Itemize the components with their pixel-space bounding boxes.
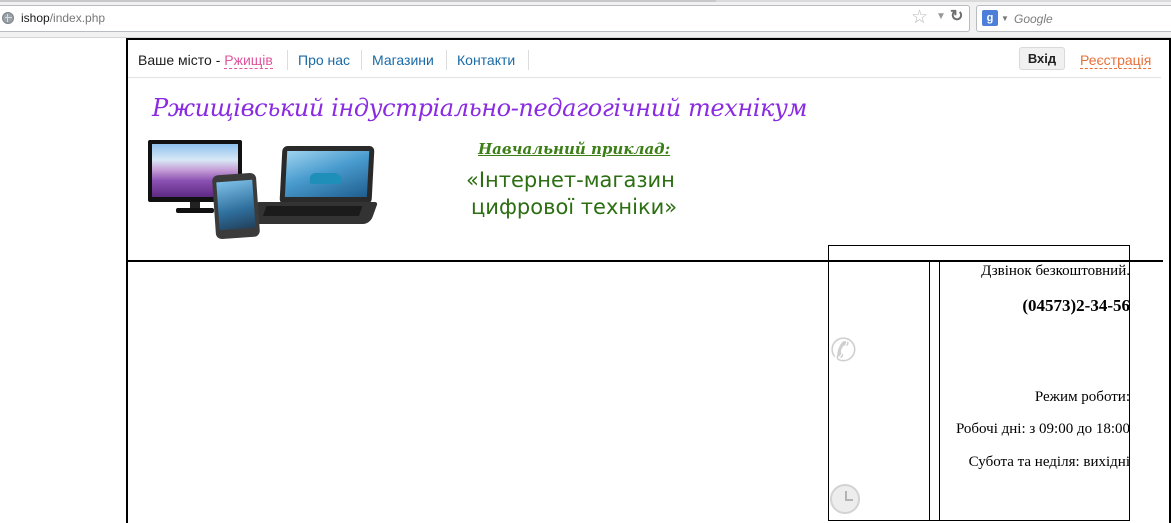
weekend-hours: Субота та неділя: вихідні [968, 454, 1130, 470]
nav-link-contacts[interactable]: Контакти [457, 52, 515, 68]
working-hours-title: Режим роботи: [1034, 389, 1130, 405]
login-button[interactable]: Вхід [1019, 47, 1065, 70]
nav-divider [361, 50, 362, 70]
browser-toolbar: ishop/index.php ☆ ▼ ↻ g ▼ Google [0, 0, 1171, 38]
search-placeholder[interactable]: Google [1014, 12, 1053, 26]
address-bar[interactable]: ishop/index.php ☆ ▼ ↻ [0, 5, 970, 32]
chevron-down-icon[interactable]: ▼ [1001, 14, 1009, 23]
url-text[interactable]: ishop/index.php [21, 11, 105, 26]
nav-item-about[interactable]: Про нас [298, 52, 350, 68]
nav-divider [446, 50, 447, 70]
contact-phone-number[interactable]: (04573)2-34-56 [1022, 297, 1130, 315]
nav-link-about[interactable]: Про нас [298, 52, 350, 68]
city-link[interactable]: Ржищів [224, 52, 273, 69]
phone-icon: ✆ [830, 331, 857, 369]
college-title: Ржищівський індустріально-педагогічний т… [152, 94, 807, 122]
city-prefix: Ваше місто - [138, 52, 225, 68]
nav-item-shops[interactable]: Магазини [372, 52, 434, 68]
banner-heading-line1: «Інтернет-магазин [466, 168, 675, 192]
nav-item-contacts[interactable]: Контакти [457, 52, 515, 68]
search-bar[interactable]: g ▼ Google [976, 5, 1171, 32]
google-icon[interactable]: g [982, 10, 998, 26]
globe-icon [2, 12, 14, 24]
banner-heading-line2: цифрової техніки» [471, 195, 678, 219]
nav-divider [287, 50, 288, 70]
nav-link-shops[interactable]: Магазини [372, 52, 434, 68]
url-path: /index.php [49, 11, 106, 25]
weekdays-hours: Робочі дні: з 09:00 до 18:00 [955, 421, 1130, 437]
tab-strip-edge [0, 0, 1171, 2]
nav-divider [528, 50, 529, 70]
chevron-down-icon[interactable]: ▼ [936, 11, 946, 22]
city-selector: Ваше місто - Ржищів [138, 52, 273, 69]
top-navigation: Ваше місто - Ржищів Про нас Магазини Кон… [128, 40, 1161, 78]
free-call-text: Дзвінок безкоштовний. [981, 263, 1130, 279]
clock-icon [830, 484, 860, 514]
reload-icon[interactable]: ↻ [950, 7, 963, 27]
header-banner[interactable]: Ржищівський індустріально-педагогічний т… [140, 80, 840, 256]
contact-icons-cell [828, 262, 930, 521]
star-icon[interactable]: ☆ [911, 8, 928, 28]
laptop-image [279, 146, 375, 204]
register-link[interactable]: Реєстрація [1080, 52, 1152, 69]
smartphone-image [211, 172, 261, 240]
devices-illustration [148, 140, 379, 240]
url-host: ishop [21, 11, 50, 25]
banner-subtitle: Навчальний приклад: [478, 140, 671, 158]
